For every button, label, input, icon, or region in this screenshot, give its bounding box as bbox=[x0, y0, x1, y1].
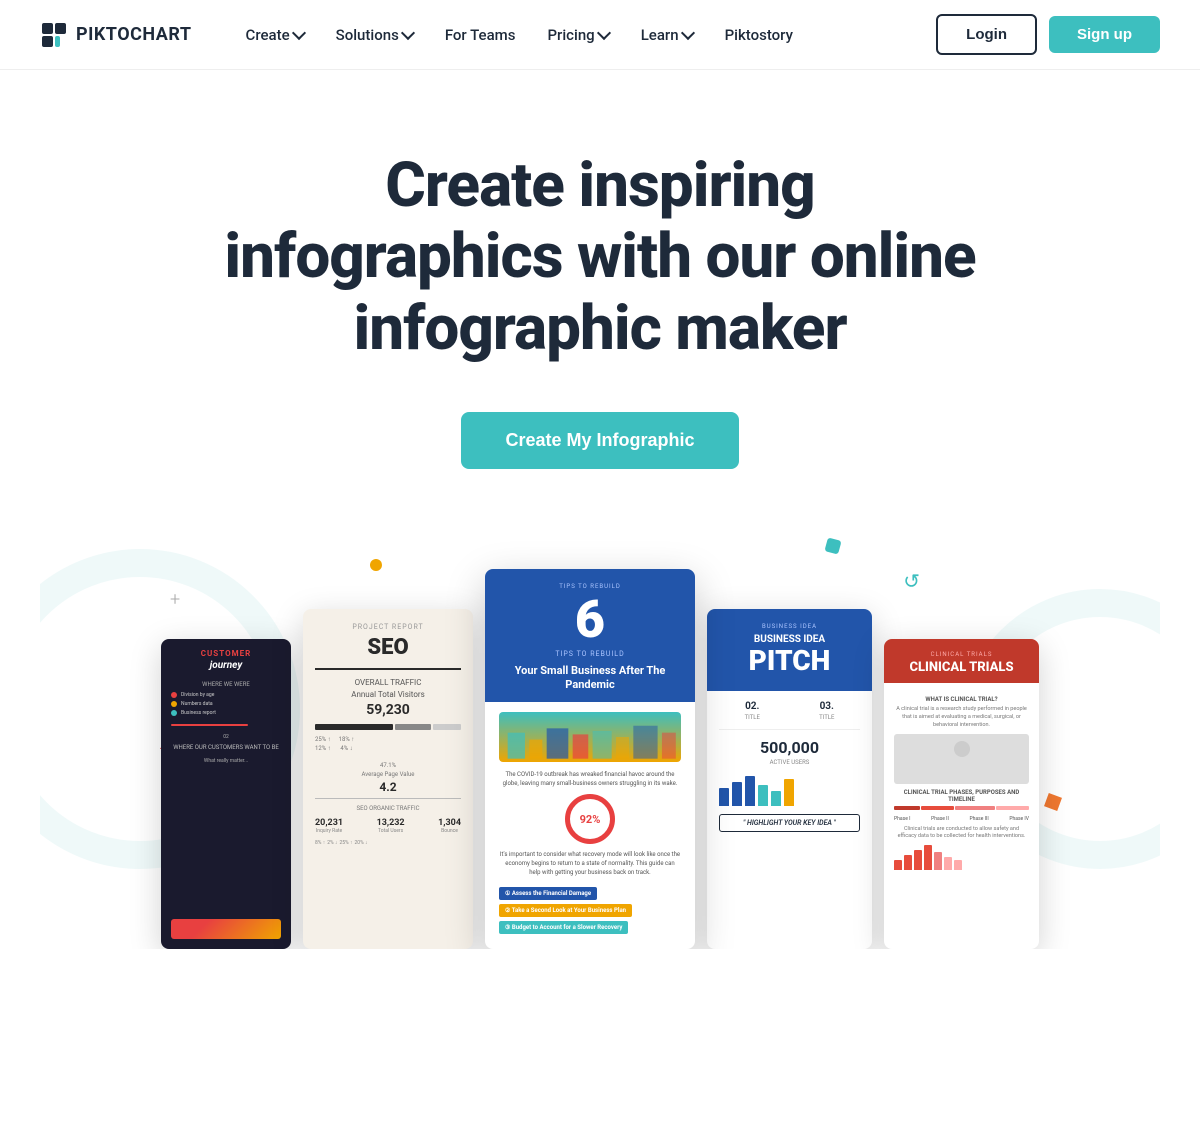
card3-num: 6 bbox=[499, 594, 681, 646]
login-button[interactable]: Login bbox=[936, 14, 1037, 55]
card5-text1: A clinical trial is a research study per… bbox=[894, 706, 1029, 729]
card4-quote: " HIGHLIGHT YOUR KEY IDEA " bbox=[719, 814, 860, 832]
deco-dot-teal-1 bbox=[824, 537, 841, 554]
card1-tag: CUSTOMER bbox=[171, 649, 281, 658]
nav-links: Create Solutions For Teams Pricing Learn… bbox=[232, 18, 937, 52]
showcase: ↺ + CUSTOMER journey WHERE WE WERE Divis… bbox=[40, 529, 1160, 949]
logo-text: PIKTOCHART bbox=[76, 24, 192, 45]
card5-bar-chart bbox=[894, 845, 1029, 870]
nav-piktostory[interactable]: Piktostory bbox=[711, 18, 807, 52]
card1-stats: Division by age Numbers data Business re… bbox=[171, 692, 281, 716]
nav-create[interactable]: Create bbox=[232, 18, 318, 52]
card4-numlabel: ACTIVE USERS bbox=[719, 759, 860, 766]
card5-text2: Clinical trials are conducted to allow s… bbox=[894, 826, 1029, 841]
card3-body: The COVID-19 outbreak has wreaked financ… bbox=[485, 702, 695, 948]
card3-tips-label: TIPS TO REBUILD bbox=[499, 650, 681, 658]
card3-paragraph1: The COVID-19 outbreak has wreaked financ… bbox=[499, 770, 681, 788]
card4-header: BUSINESS IDEA BUSINESS IDEA PITCH bbox=[707, 609, 872, 691]
card4-bignum: 500,000 bbox=[719, 738, 860, 757]
card5-section1: WHAT IS CLINICAL TRIAL? bbox=[894, 696, 1029, 703]
card2-stat3: Average Page Value bbox=[315, 771, 461, 778]
card2-title: SEO bbox=[315, 635, 461, 660]
card4-bigtitle: PITCH bbox=[719, 647, 860, 675]
card3-pct: 92% bbox=[580, 813, 601, 826]
card2-stat1: Annual Total Visitors bbox=[315, 690, 461, 699]
nav-solutions[interactable]: Solutions bbox=[322, 18, 427, 52]
card2-tag: PROJECT REPORT bbox=[315, 623, 461, 631]
card5-body: WHAT IS CLINICAL TRIAL? A clinical trial… bbox=[884, 683, 1039, 948]
logo[interactable]: PIKTOCHART bbox=[40, 21, 192, 49]
card5-label: CLINICAL TRIALS bbox=[894, 651, 1029, 658]
navbar: PIKTOCHART Create Solutions For Teams Pr… bbox=[0, 0, 1200, 70]
card-tips-featured: TIPS TO REBUILD 6 TIPS TO REBUILD Your S… bbox=[485, 569, 695, 949]
hero-title: Create inspiring infographics with our o… bbox=[220, 150, 980, 364]
chevron-down-icon bbox=[680, 26, 694, 40]
card2-seo: SEO ORGANIC TRAFFIC bbox=[315, 805, 461, 812]
card-clinical-trials: CLINICAL TRIALS CLINICAL TRIALS WHAT IS … bbox=[884, 639, 1039, 949]
card1-section2: 02 bbox=[171, 734, 281, 740]
card2-num1: 59,230 bbox=[315, 702, 461, 718]
card3-percentage-circle: 92% bbox=[565, 794, 615, 844]
nav-learn[interactable]: Learn bbox=[627, 18, 707, 52]
card5-section2: CLINICAL TRIAL PHASES, PURPOSES AND TIME… bbox=[894, 789, 1029, 803]
chevron-down-icon bbox=[292, 26, 306, 40]
card-seo: PROJECT REPORT SEO OVERALL TRAFFIC Annua… bbox=[303, 609, 473, 949]
card2-num2: 4.2 bbox=[315, 780, 461, 794]
card3-city-illustration bbox=[499, 712, 681, 762]
chevron-down-icon bbox=[597, 26, 611, 40]
signup-button[interactable]: Sign up bbox=[1049, 16, 1160, 53]
card-customer-journey: CUSTOMER journey WHERE WE WERE Division … bbox=[161, 639, 291, 949]
card4-body: 02. TITLE 03. TITLE 500,000 ACTIVE USERS bbox=[707, 691, 872, 949]
infographic-cards-row: CUSTOMER journey WHERE WE WERE Division … bbox=[161, 569, 1039, 949]
card3-circle-wrap: 92% bbox=[499, 794, 681, 844]
card3-footer: It's important to consider what recovery… bbox=[499, 850, 681, 877]
card5-phase-bars bbox=[894, 806, 1029, 810]
nav-pricing[interactable]: Pricing bbox=[533, 18, 622, 52]
card2-stat2: 47.1% bbox=[315, 762, 461, 769]
card4-label1: TITLE bbox=[719, 714, 786, 721]
logo-icon bbox=[40, 21, 68, 49]
card1-where: WHERE WE WERE bbox=[171, 681, 281, 688]
card4-label2: TITLE bbox=[794, 714, 861, 721]
card4-num2: 03. bbox=[794, 701, 861, 712]
nav-actions: Login Sign up bbox=[936, 14, 1160, 55]
card3-header: TIPS TO REBUILD 6 TIPS TO REBUILD Your S… bbox=[485, 569, 695, 703]
nav-for-teams[interactable]: For Teams bbox=[431, 18, 530, 52]
card2-overall: OVERALL TRAFFIC bbox=[315, 678, 461, 687]
card-business-pitch: BUSINESS IDEA BUSINESS IDEA PITCH 02. TI… bbox=[707, 609, 872, 949]
card4-bar-chart bbox=[719, 776, 860, 806]
card4-num1: 02. bbox=[719, 701, 786, 712]
cta-button[interactable]: Create My Infographic bbox=[461, 412, 738, 469]
card5-image bbox=[894, 734, 1029, 784]
card3-headline: Your Small Business After The Pandemic bbox=[499, 664, 681, 693]
hero-section: Create inspiring infographics with our o… bbox=[0, 70, 1200, 949]
card5-title: CLINICAL TRIALS bbox=[894, 660, 1029, 676]
card5-header: CLINICAL TRIALS CLINICAL TRIALS bbox=[884, 639, 1039, 684]
chevron-down-icon bbox=[401, 26, 415, 40]
card4-label: BUSINESS IDEA bbox=[719, 623, 860, 630]
card1-title: journey bbox=[171, 660, 281, 671]
card2-barrow bbox=[315, 724, 461, 730]
card1-subtitle: WHERE OUR CUSTOMERS WANT TO BE bbox=[171, 744, 281, 752]
